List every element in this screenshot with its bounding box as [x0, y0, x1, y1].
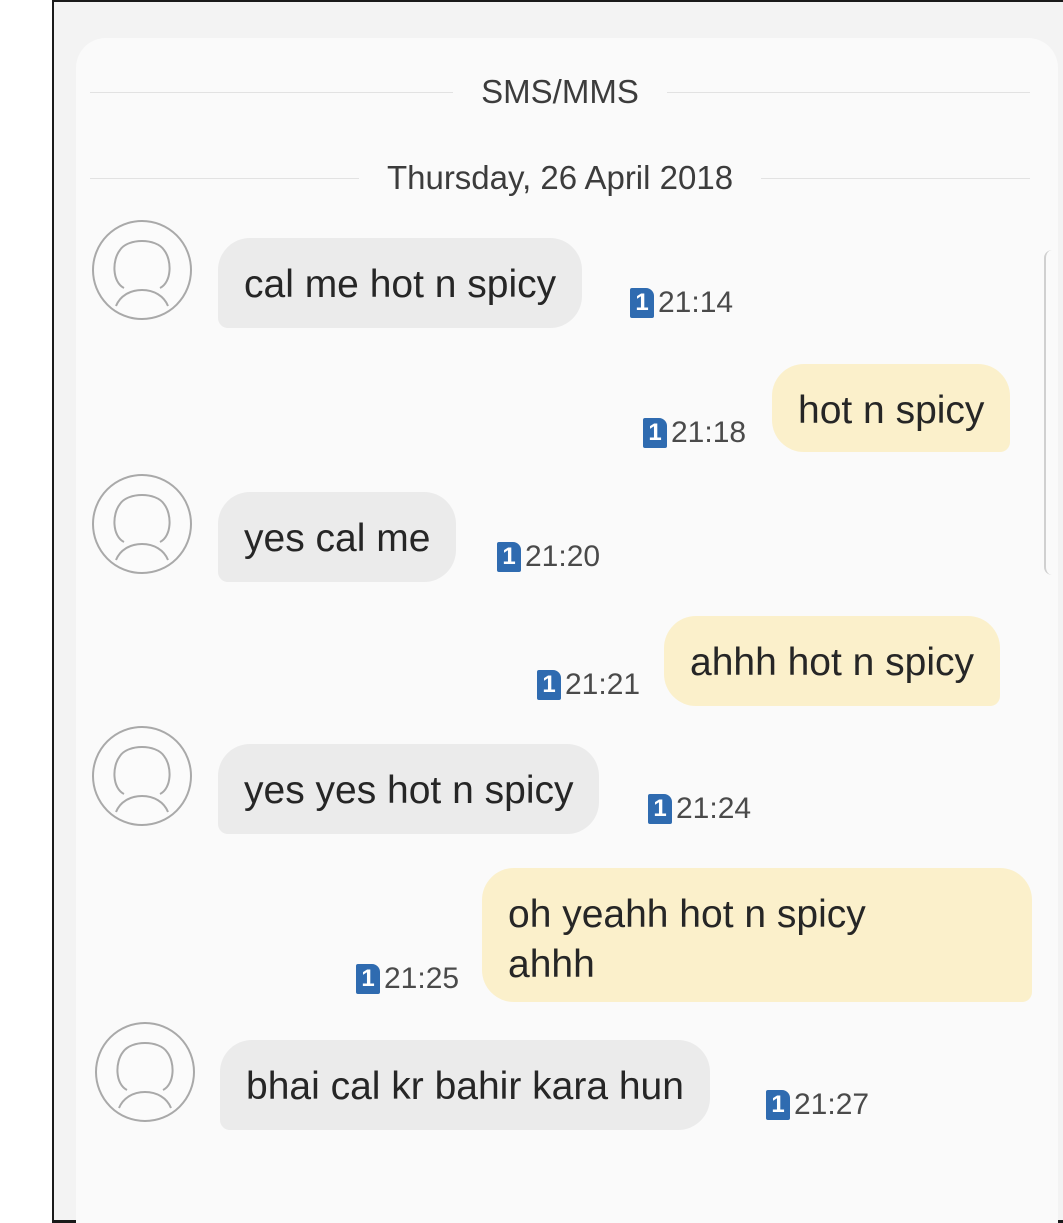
contact-silhouette-icon	[116, 1042, 174, 1109]
sim-1-badge-icon: 1	[643, 418, 667, 448]
sim-1-badge-icon: 1	[648, 794, 672, 824]
message-time: 21:24	[676, 792, 752, 825]
contact-avatar-icon[interactable]	[92, 474, 192, 574]
scroll-indicator[interactable]	[1044, 250, 1063, 575]
contact-silhouette-icon	[113, 240, 171, 307]
message-time: 21:18	[671, 416, 747, 449]
message-time: 21:14	[658, 286, 734, 319]
message-time: 21:25	[384, 962, 460, 995]
sim-1-badge-icon: 1	[537, 670, 561, 700]
message-time: 21:20	[525, 540, 601, 573]
message-time: 21:27	[794, 1088, 870, 1121]
outgoing-message-bubble[interactable]: oh yeahh hot n spicy ahhh	[482, 868, 1032, 1002]
incoming-message-bubble[interactable]: yes yes hot n spicy	[218, 744, 600, 834]
message-meta: 1 21:14	[630, 286, 733, 320]
incoming-message-bubble[interactable]: bhai cal kr bahir kara hun	[220, 1040, 710, 1130]
sim-1-badge-icon: 1	[630, 288, 654, 318]
outgoing-message-bubble[interactable]: hot n spicy	[772, 364, 1011, 452]
contact-silhouette-icon	[113, 494, 171, 561]
message-meta: 1 21:20	[497, 540, 600, 574]
channel-label: SMS/MMS	[481, 73, 639, 110]
incoming-message-bubble[interactable]: yes cal me	[218, 492, 457, 582]
date-divider: Thursday, 26 April 2018	[90, 158, 1031, 198]
message-time: 21:21	[565, 668, 641, 701]
contact-avatar-icon[interactable]	[95, 1022, 195, 1122]
contact-avatar-icon[interactable]	[92, 726, 192, 826]
message-meta: 1 21:18	[643, 416, 746, 450]
sim-1-badge-icon: 1	[497, 542, 521, 572]
sim-1-badge-icon: 1	[356, 964, 380, 994]
message-meta: 1 21:27	[766, 1088, 869, 1122]
message-meta: 1 21:21	[537, 668, 640, 702]
outgoing-message-bubble[interactable]: ahhh hot n spicy	[664, 616, 1001, 706]
sim-1-badge-icon: 1	[766, 1090, 790, 1120]
contact-silhouette-icon	[113, 746, 171, 813]
date-label: Thursday, 26 April 2018	[386, 159, 734, 196]
channel-divider: SMS/MMS	[90, 72, 1031, 112]
incoming-message-bubble[interactable]: cal me hot n spicy	[218, 238, 583, 328]
message-meta: 1 21:25	[356, 962, 459, 996]
message-meta: 1 21:24	[648, 792, 751, 826]
contact-avatar-icon[interactable]	[92, 220, 192, 320]
page-margin	[0, 0, 52, 1223]
